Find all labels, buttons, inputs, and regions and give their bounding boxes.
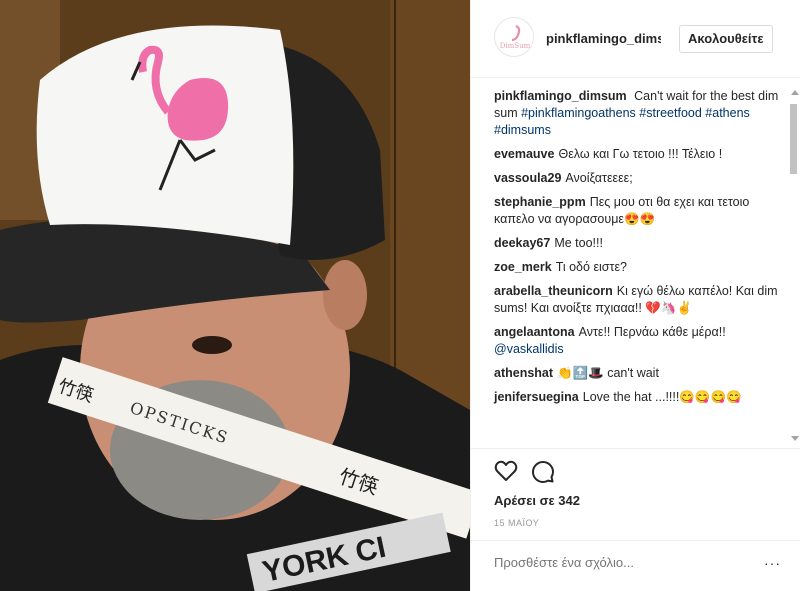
scroll-thumb[interactable] xyxy=(790,104,797,174)
list-item: vassoula29 Ανοίξατεεεε; xyxy=(494,170,783,187)
comment-username[interactable]: athenshat xyxy=(494,366,553,380)
caption: pinkflamingo_dimsum Can't wait for the b… xyxy=(494,88,783,139)
following-button[interactable]: Ακολουθείτε xyxy=(679,25,773,53)
list-item: zoe_merk Τι οδό ειστε? xyxy=(494,259,783,276)
list-item: angelaantona Αντε!! Περνάω κάθε μέρα!! @v… xyxy=(494,324,783,358)
hashtag[interactable]: #streetfood xyxy=(639,106,702,120)
list-item: arabella_theunicorn Κι εγώ θέλω καπέλο! Κ… xyxy=(494,283,783,317)
list-item: stephanie_ppm Πες μου οτι θα εχει και τετ… xyxy=(494,194,783,228)
comment-username[interactable]: evemauve xyxy=(494,147,554,161)
caption-username[interactable]: pinkflamingo_dimsum xyxy=(494,89,627,103)
comment-text: 👏🔝🎩 can't wait xyxy=(557,366,659,380)
mention-link[interactable]: @vaskallidis xyxy=(494,342,564,356)
comment-bubble-icon[interactable] xyxy=(531,460,555,484)
comment-username[interactable]: deekay67 xyxy=(494,236,550,250)
flamingo-logo-icon xyxy=(511,24,521,42)
avatar-logo-text: DimSum xyxy=(499,42,531,50)
comment-text: Τι οδό ειστε? xyxy=(555,260,627,274)
more-options-icon[interactable]: ··· xyxy=(764,555,781,571)
list-item: jenifersuegina Love the hat ...!!!!😋😋😋😋 xyxy=(494,389,783,406)
list-item: athenshat 👏🔝🎩 can't wait xyxy=(494,365,783,382)
comment-text: Ανοίξατεεεε; xyxy=(565,171,633,185)
likes-count[interactable]: Αρέσει σε 342 xyxy=(494,493,580,508)
comment-username[interactable]: vassoula29 xyxy=(494,171,561,185)
list-item: deekay67 Me too!!! xyxy=(494,235,783,252)
comment-username[interactable]: arabella_theunicorn xyxy=(494,284,613,298)
comment-text: Love the hat ...!!!!😋😋😋😋 xyxy=(582,390,742,404)
comment-username[interactable]: zoe_merk xyxy=(494,260,552,274)
comments-scrollbar[interactable] xyxy=(789,90,799,445)
avatar[interactable]: DimSum xyxy=(494,17,534,57)
scroll-down-icon[interactable] xyxy=(791,436,799,441)
heart-icon[interactable] xyxy=(494,460,518,482)
comment-username[interactable]: stephanie_ppm xyxy=(494,195,586,209)
comment-text: Me too!!! xyxy=(554,236,603,250)
scroll-up-icon[interactable] xyxy=(791,90,799,95)
hashtag[interactable]: #pinkflamingoathens xyxy=(521,106,636,120)
list-item: evemauve Θελω και Γω τετοιο !!! Τέλειο ! xyxy=(494,146,783,163)
comment-username[interactable]: jenifersuegina xyxy=(494,390,579,404)
post-date: 15 ΜΑΪΟΥ xyxy=(494,518,540,528)
post-header: DimSum pinkflamingo_dimsum Ακολουθείτε xyxy=(471,0,800,78)
comment-text: Θελω και Γω τετοιο !!! Τέλειο ! xyxy=(558,147,723,161)
hashtag[interactable]: #athens xyxy=(705,106,749,120)
add-comment-bar: ··· xyxy=(471,540,800,591)
comments-list: pinkflamingo_dimsum Can't wait for the b… xyxy=(471,78,791,442)
post-username[interactable]: pinkflamingo_dimsum xyxy=(546,31,661,46)
comment-username[interactable]: angelaantona xyxy=(494,325,575,339)
add-comment-input[interactable] xyxy=(494,555,754,570)
post-sidebar: DimSum pinkflamingo_dimsum Ακολουθείτε p… xyxy=(470,0,800,591)
hashtag[interactable]: #dimsums xyxy=(494,123,551,137)
post-photo: OPSTICKS 竹筷 竹筷 YORK CI xyxy=(0,0,470,591)
post-actions: Αρέσει σε 342 15 ΜΑΪΟΥ xyxy=(471,448,800,538)
comment-text: Αντε!! Περνάω κάθε μέρα!! xyxy=(578,325,726,339)
